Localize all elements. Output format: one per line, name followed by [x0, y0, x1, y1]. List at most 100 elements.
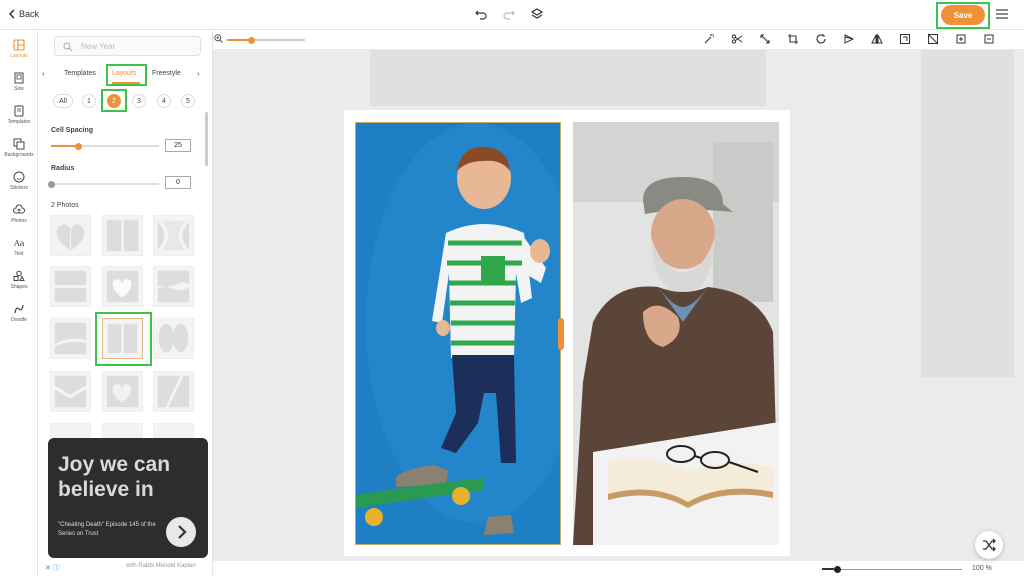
resize-diagonal-icon[interactable] [759, 32, 771, 44]
ad-subtext: "Cheating Death" Episode 145 of the Seri… [58, 522, 156, 537]
chevron-left-icon [8, 9, 15, 19]
panel-scrollbar[interactable] [205, 112, 208, 166]
layout-thumb-partial-2[interactable] [102, 423, 143, 438]
man-photo-illustration [573, 122, 779, 545]
redo-icon[interactable] [502, 7, 516, 21]
layout-thumb-heart-outline[interactable] [102, 371, 143, 412]
tabs-next-icon[interactable]: › [197, 69, 200, 78]
nav-text[interactable]: Aa Text [0, 237, 38, 257]
ad-arrow-button[interactable] [166, 517, 196, 547]
cell-spacing-value[interactable]: 25 [165, 139, 191, 152]
save-button[interactable]: Save [941, 5, 985, 25]
cell-spacing-label: Cell Spacing [51, 127, 94, 134]
layers-icon[interactable] [530, 7, 544, 21]
selected-layout-highlight [95, 312, 152, 366]
count-1[interactable]: 1 [82, 94, 96, 108]
advertisement[interactable]: Joy we can believe in "Cheating Death" E… [48, 438, 208, 558]
radius-value[interactable]: 0 [165, 176, 191, 189]
remove-image-icon[interactable] [927, 32, 939, 45]
cell-spacing-drag-handle[interactable] [558, 318, 564, 350]
photo-cell-old-man[interactable] [573, 122, 779, 545]
count-all[interactable]: All [53, 94, 73, 108]
zoom-out-icon[interactable] [822, 568, 834, 570]
edit-tools [703, 32, 995, 45]
flip-vertical-icon[interactable] [871, 32, 883, 44]
undo-icon[interactable] [474, 7, 488, 21]
tabs-prev-icon[interactable]: ‹ [42, 69, 45, 78]
nav-shapes[interactable]: Shapes [0, 270, 38, 290]
size-icon [14, 72, 24, 84]
doodle-icon [14, 304, 24, 314]
cell-spacing-fill [51, 145, 78, 147]
cell-spacing-knob[interactable] [74, 142, 82, 150]
search-input[interactable]: New Year [54, 36, 201, 56]
bring-forward-icon[interactable] [955, 32, 967, 44]
text-icon: Aa [13, 239, 25, 248]
nav-layouts[interactable]: Layouts [0, 39, 38, 59]
count-3[interactable]: 3 [132, 94, 146, 108]
stickers-icon [13, 171, 25, 183]
scissors-icon[interactable] [731, 32, 743, 44]
svg-text:Aa: Aa [13, 239, 25, 248]
layouts-icon [13, 39, 25, 51]
section-title: 2 Photos [51, 202, 79, 209]
layout-thumb-heart-split[interactable] [50, 215, 91, 256]
canvas-shadow-top [370, 50, 766, 106]
crop-icon[interactable] [787, 32, 799, 44]
nav-doodle[interactable]: Doodle [0, 303, 38, 323]
zoom-level: 100 % [972, 565, 992, 572]
layout-thumb-ovals[interactable] [153, 318, 194, 359]
layout-thumb-circle-split[interactable] [153, 215, 194, 256]
nav-size[interactable]: Size [0, 72, 38, 92]
nav-stickers[interactable]: Stickers [0, 171, 38, 191]
top-bar: Back Save [0, 0, 1024, 30]
magic-wand-icon[interactable] [703, 32, 715, 44]
tab-freestyle[interactable]: Freestyle [152, 70, 181, 77]
tab-templates[interactable]: Templates [64, 70, 96, 77]
ad-footer: with Rabbi Mendel Kaplan [126, 563, 196, 569]
layout-thumb-slope[interactable] [50, 318, 91, 359]
radius-knob[interactable] [47, 180, 55, 188]
search-placeholder: New Year [81, 42, 116, 51]
left-nav: Layouts Size Templates Backgrounds Stick… [0, 31, 38, 576]
shuffle-button[interactable] [975, 531, 1003, 559]
cloud-upload-icon [13, 204, 25, 214]
canvas-shadow-right [921, 50, 1014, 377]
nav-photos[interactable]: Photos [0, 204, 38, 224]
bottom-zoom-slider[interactable] [834, 566, 962, 573]
flip-horizontal-icon[interactable] [843, 32, 855, 44]
radius-slider[interactable] [47, 180, 159, 188]
back-button[interactable]: Back [8, 9, 39, 19]
back-label: Back [19, 9, 40, 19]
search-icon [63, 42, 73, 52]
shapes-icon [13, 270, 25, 281]
cell-spacing-slider[interactable] [51, 142, 159, 150]
zoom-slider-knob[interactable] [248, 36, 255, 44]
bottom-zoom-knob[interactable] [834, 566, 841, 573]
layout-thumb-partial-3[interactable] [153, 423, 194, 438]
zoom-in-icon[interactable] [214, 34, 223, 43]
active-tab-underline [112, 82, 140, 84]
hamburger-menu-icon[interactable] [996, 9, 1008, 19]
layout-thumb-zigzag[interactable] [102, 215, 143, 256]
layout-thumb-heart-center[interactable] [102, 266, 143, 307]
layout-thumb-diagonal[interactable] [153, 371, 194, 412]
photo-cell-boy[interactable] [355, 122, 561, 545]
count-2-highlight [101, 89, 127, 112]
replace-image-icon[interactable] [899, 32, 911, 44]
zoom-slider[interactable] [227, 36, 305, 44]
ad-choices-icon[interactable]: ✕ ⓘ [45, 563, 60, 573]
nav-backgrounds[interactable]: Backgrounds [0, 138, 38, 158]
rotate-icon[interactable] [815, 32, 827, 44]
layout-thumb-horizontal[interactable] [50, 266, 91, 307]
send-backward-icon[interactable] [983, 32, 995, 44]
layout-thumb-partial-1[interactable] [50, 423, 91, 438]
templates-icon [14, 105, 24, 117]
count-4[interactable]: 4 [157, 94, 171, 108]
layout-thumb-chevron[interactable] [50, 371, 91, 412]
nav-templates[interactable]: Templates [0, 105, 38, 125]
count-5[interactable]: 5 [181, 94, 195, 108]
layout-thumb-wave[interactable] [153, 266, 194, 307]
chevron-right-icon [178, 525, 187, 539]
boy-photo-illustration [356, 123, 560, 544]
